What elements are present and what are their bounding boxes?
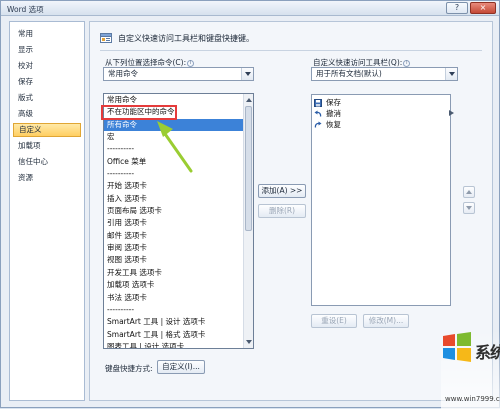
reset-button[interactable]: 重设(E) xyxy=(311,314,357,328)
dropdown-item[interactable]: 页面布局 选项卡 xyxy=(104,205,244,217)
sidebar-item-trust-center[interactable]: 信任中心 xyxy=(13,155,81,169)
dropdown-item[interactable]: 书法 选项卡 xyxy=(104,292,244,304)
close-button[interactable]: × xyxy=(470,2,496,14)
scrollbar-thumb[interactable] xyxy=(245,106,252,231)
help-button[interactable]: ? xyxy=(446,2,468,14)
dropdown-scrollbar[interactable] xyxy=(243,94,253,348)
dropdown-item[interactable]: 加载项 选项卡 xyxy=(104,279,244,291)
dropdown-item[interactable]: 图表工具 | 设计 选项卡 xyxy=(104,341,244,348)
sidebar-item-common[interactable]: 常用 xyxy=(13,27,81,41)
modify-button[interactable]: 修改(M)... xyxy=(363,314,409,328)
redo-icon xyxy=(314,121,322,128)
dropdown-item[interactable]: 开发工具 选项卡 xyxy=(104,267,244,279)
choose-commands-combo[interactable]: 常用命令 xyxy=(103,67,254,81)
combo-dropdown-arrow[interactable] xyxy=(241,68,253,80)
arrow-up-icon xyxy=(466,190,472,194)
sidebar-item-addins[interactable]: 加载项 xyxy=(13,139,81,153)
windows-logo-icon xyxy=(443,332,471,362)
dropdown-item[interactable]: ---------- xyxy=(104,304,244,316)
chevron-down-icon xyxy=(245,72,251,76)
header-divider xyxy=(100,50,482,51)
customize-keyboard-button[interactable]: 自定义(I)... xyxy=(157,360,205,374)
title-bar: Word 选项 ? × xyxy=(1,1,499,16)
word-options-window: Word 选项 ? × 常用 显示 校对 保存 版式 高级 自定义 加载项 信任… xyxy=(0,0,500,409)
toolbar-item-label: 恢复 xyxy=(326,120,341,129)
panel-header-text: 自定义快速访问工具栏和键盘快捷键。 xyxy=(118,34,254,43)
undo-icon xyxy=(314,110,322,117)
arrow-down-icon xyxy=(466,206,472,210)
remove-button[interactable]: 删除(R) xyxy=(258,204,306,218)
move-down-button[interactable] xyxy=(463,202,475,214)
quick-access-toolbar-list[interactable]: 保存 撤消 恢复 xyxy=(311,94,454,306)
choose-commands-label-text: 从下列位置选择命令(C): xyxy=(105,58,187,67)
dropdown-item[interactable]: 视图 选项卡 xyxy=(104,254,244,266)
panel-header: 自定义快速访问工具栏和键盘快捷键。 xyxy=(100,30,480,48)
customize-target-value: 用于所有文档(默认) xyxy=(316,69,382,78)
sidebar-item-resources[interactable]: 资源 xyxy=(13,171,81,185)
dropdown-item[interactable]: 开始 选项卡 xyxy=(104,180,244,192)
watermark-brand: 系统粉 xyxy=(475,343,500,362)
keyboard-shortcuts-label: 键盘快捷方式: xyxy=(105,364,153,373)
combo-dropdown-arrow[interactable] xyxy=(445,68,457,80)
scroll-down-icon[interactable] xyxy=(246,338,252,346)
info-icon: i xyxy=(403,59,411,67)
info-icon: i xyxy=(187,59,195,67)
sidebar-item-save[interactable]: 保存 xyxy=(13,75,81,89)
customize-toolbar-icon xyxy=(100,33,112,43)
annotation-arrow-icon xyxy=(157,121,193,173)
sidebar-item-layout[interactable]: 版式 xyxy=(13,91,81,105)
sidebar-item-proofing[interactable]: 校对 xyxy=(13,59,81,73)
window-title: Word 选项 xyxy=(7,5,44,14)
customize-target-combo[interactable]: 用于所有文档(默认) xyxy=(311,67,458,81)
add-button[interactable]: 添加(A) >> xyxy=(258,184,306,198)
sidebar-item-customize[interactable]: 自定义 xyxy=(13,123,81,137)
watermark-site: www.win7999.com xyxy=(445,395,500,403)
scroll-up-icon[interactable] xyxy=(246,96,252,104)
customize-toolbar-label-text: 自定义快速访问工具栏(Q): xyxy=(313,58,403,67)
dropdown-item[interactable]: 邮件 选项卡 xyxy=(104,230,244,242)
save-icon xyxy=(314,99,322,107)
expand-arrow-icon xyxy=(449,110,454,116)
sidebar-item-display[interactable]: 显示 xyxy=(13,43,81,57)
sidebar-item-advanced[interactable]: 高级 xyxy=(13,107,81,121)
toolbar-item-label: 保存 xyxy=(326,98,341,107)
choose-commands-value: 常用命令 xyxy=(108,69,138,78)
move-up-button[interactable] xyxy=(463,186,475,198)
chevron-down-icon xyxy=(449,72,455,76)
options-sidebar: 常用 显示 校对 保存 版式 高级 自定义 加载项 信任中心 资源 xyxy=(9,21,85,401)
dropdown-item[interactable]: SmartArt 工具 | 格式 选项卡 xyxy=(104,329,244,341)
dropdown-item[interactable]: 审阅 选项卡 xyxy=(104,242,244,254)
toolbar-item-label: 撤消 xyxy=(326,109,341,118)
dropdown-item[interactable]: 插入 选项卡 xyxy=(104,193,244,205)
dropdown-item[interactable]: 引用 选项卡 xyxy=(104,217,244,229)
dropdown-item[interactable]: SmartArt 工具 | 设计 选项卡 xyxy=(104,316,244,328)
